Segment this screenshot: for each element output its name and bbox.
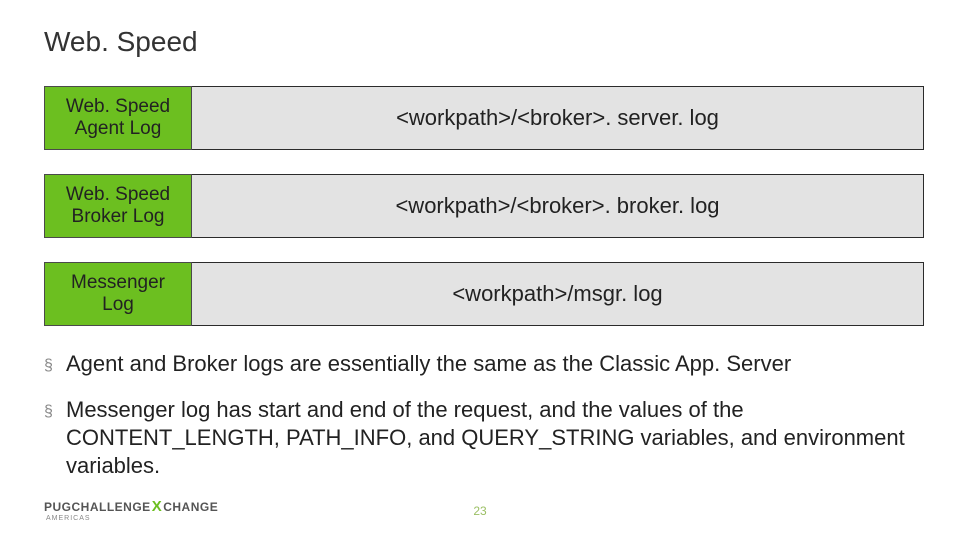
slide: Web. Speed Web. Speed Agent Log <workpat… bbox=[0, 0, 960, 540]
log-table: Web. Speed Agent Log <workpath>/<broker>… bbox=[44, 86, 924, 326]
log-label-messenger: Messenger Log bbox=[44, 262, 192, 326]
bullet-marker-icon: § bbox=[44, 350, 66, 380]
log-label-broker: Web. Speed Broker Log bbox=[44, 174, 192, 238]
table-row: Web. Speed Agent Log <workpath>/<broker>… bbox=[44, 86, 924, 150]
bullet-text: Messenger log has start and end of the r… bbox=[66, 396, 924, 480]
table-row: Web. Speed Broker Log <workpath>/<broker… bbox=[44, 174, 924, 238]
bullet-marker-icon: § bbox=[44, 396, 66, 426]
list-item: § Messenger log has start and end of the… bbox=[44, 396, 924, 480]
slide-title: Web. Speed bbox=[44, 26, 916, 58]
bullet-list: § Agent and Broker logs are essentially … bbox=[44, 350, 924, 480]
log-path-agent: <workpath>/<broker>. server. log bbox=[192, 86, 924, 150]
table-row: Messenger Log <workpath>/msgr. log bbox=[44, 262, 924, 326]
log-path-broker: <workpath>/<broker>. broker. log bbox=[192, 174, 924, 238]
bullet-text: Agent and Broker logs are essentially th… bbox=[66, 350, 924, 378]
log-path-messenger: <workpath>/msgr. log bbox=[192, 262, 924, 326]
log-label-agent: Web. Speed Agent Log bbox=[44, 86, 192, 150]
list-item: § Agent and Broker logs are essentially … bbox=[44, 350, 924, 380]
page-number: 23 bbox=[0, 504, 960, 518]
